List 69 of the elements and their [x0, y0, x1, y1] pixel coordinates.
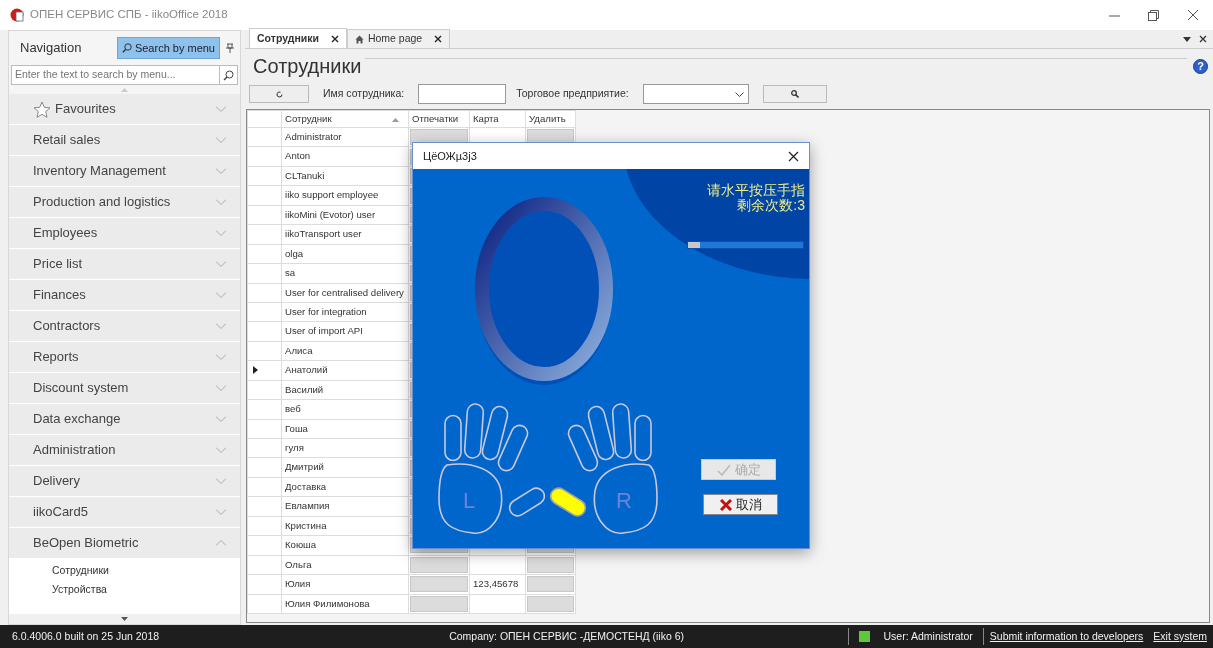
- table-cell: 123,45678: [469, 574, 526, 594]
- column-header[interactable]: Сотрудник: [281, 110, 409, 128]
- window-title: ОПЕН СЕРВИС СПБ - iikoOffice 2018: [30, 7, 228, 23]
- cancel-button[interactable]: 取消: [703, 494, 778, 515]
- dialog-title: ЦёОЖµ3j3: [423, 148, 477, 164]
- nav-group[interactable]: BeOpen Biometric: [9, 528, 240, 559]
- panel-title: Navigation: [20, 39, 82, 58]
- nav-group[interactable]: Employees: [9, 218, 240, 249]
- table-cell: Anton: [281, 146, 409, 167]
- field-label: Имя сотрудника:: [323, 86, 405, 102]
- menu-search-field[interactable]: Enter the text to search by menu...: [11, 65, 238, 85]
- table-cell: Юлия Филимонова: [281, 594, 409, 614]
- table-cell: Ольга: [281, 555, 409, 575]
- tab[interactable]: Сотрудники: [249, 28, 347, 48]
- company-text: Company: ОПЕН СЕРВИС -ДЕМОСТЕНД (iiko 6): [449, 628, 685, 644]
- tab-label: Сотрудники: [257, 30, 319, 46]
- hand-label: R: [616, 487, 632, 515]
- prompt-text: 请水平按压手指 剩余次数:3: [707, 183, 805, 213]
- table-cell: Юлия: [281, 574, 409, 594]
- table-cell: Гоша: [281, 419, 409, 439]
- nav-group[interactable]: Administration: [9, 435, 240, 466]
- table-cell: Анатолий: [281, 360, 409, 381]
- nav-group[interactable]: Production and logistics: [9, 187, 240, 218]
- status-link[interactable]: Exit system: [1153, 628, 1207, 645]
- table-cell: Коюша: [281, 535, 409, 556]
- nav-item[interactable]: Устройства: [52, 581, 240, 598]
- nav-group[interactable]: Favourites: [9, 94, 240, 125]
- table-cell: User for integration: [281, 302, 409, 322]
- page-title: Сотрудники: [253, 54, 363, 79]
- table-cell: Кристина: [281, 516, 409, 536]
- table-cell: sa: [281, 263, 409, 283]
- table-cell: гуля: [281, 438, 409, 458]
- table-cell: Дмитрий: [281, 457, 409, 478]
- table-cell: CLTanuki: [281, 166, 409, 186]
- nav-group[interactable]: Retail sales: [9, 125, 240, 156]
- table-cell: Administrator: [281, 127, 409, 147]
- table-cell: iiko support employee: [281, 185, 409, 206]
- nav-group[interactable]: Inventory Management: [9, 156, 240, 187]
- nav-group[interactable]: Finances: [9, 280, 240, 311]
- nav-group[interactable]: Data exchange: [9, 404, 240, 435]
- field-label: Торговое предприятие:: [516, 86, 629, 102]
- table-cell: Алиса: [281, 341, 409, 361]
- search-by-menu-button[interactable]: Search by menu: [116, 36, 220, 60]
- table-cell: веб: [281, 399, 409, 420]
- column-header[interactable]: Карта: [469, 110, 526, 128]
- table-cell: User for centralised delivery: [281, 283, 409, 303]
- table-cell: olga: [281, 244, 409, 264]
- help-button[interactable]: ?: [1193, 58, 1208, 74]
- column-header[interactable]: Отпечатки: [408, 110, 470, 128]
- table-cell: Евлампия: [281, 496, 409, 517]
- table-cell: iikoTransport user: [281, 224, 409, 245]
- nav-group[interactable]: Reports: [9, 342, 240, 373]
- table-cell: Доставка: [281, 477, 409, 497]
- column-header[interactable]: Удалить: [525, 110, 576, 128]
- nav-group[interactable]: Discount system: [9, 373, 240, 404]
- nav-item[interactable]: Сотрудники: [52, 563, 240, 579]
- table-cell: Василий: [281, 380, 409, 400]
- tab-label: Home page: [367, 31, 423, 47]
- table-cell: User of import API: [281, 321, 409, 342]
- tab[interactable]: Home page: [346, 29, 451, 48]
- nav-group[interactable]: iikoCard5: [9, 497, 240, 528]
- nav-group[interactable]: Price list: [9, 249, 240, 280]
- user-text: User: Administrator: [883, 628, 973, 644]
- hand-label: L: [463, 487, 476, 515]
- nav-group[interactable]: Delivery: [9, 466, 240, 497]
- version-text: 6.0.4006.0 built on 25 Jun 2018: [12, 628, 160, 644]
- nav-group[interactable]: Contractors: [9, 311, 240, 342]
- status-link[interactable]: Submit information to developers: [989, 628, 1144, 645]
- table-cell: iikoMini (Evotor) user: [281, 205, 409, 225]
